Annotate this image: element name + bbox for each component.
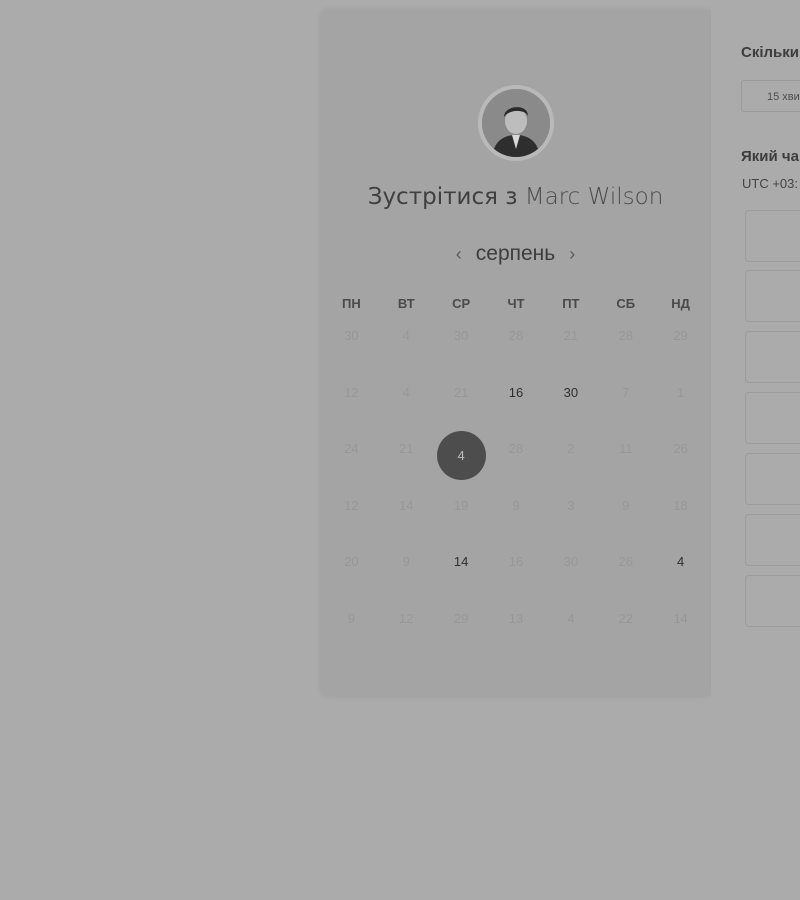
duration-question: Скільки [741, 44, 799, 61]
calendar-day: 20 [344, 554, 359, 569]
time-slot-button[interactable] [745, 453, 800, 505]
time-slot-button[interactable] [745, 392, 800, 444]
calendar-day: 26 [618, 554, 633, 569]
host-name: Marc Wilson [524, 184, 664, 210]
calendar-card: Зустрітися з Marc Wilson ‹ серпень › ПН В… [321, 10, 710, 696]
duration-select[interactable]: 15 хви [741, 80, 800, 112]
calendar-day[interactable]: 16 [489, 385, 544, 442]
calendar-day: 28 [508, 328, 524, 343]
time-slot-button[interactable] [745, 210, 800, 262]
chevron-left-icon[interactable]: ‹ [456, 245, 462, 263]
calendar-day: 12 [399, 610, 414, 626]
calendar-grid: 30 4 30 28 21 28 29 12 4 21 16 30 7 1 24 21 4 28 2 11 26 12 14… [324, 328, 708, 667]
weekday-label: ПТ [562, 296, 580, 311]
weekday-label: ЧТ [507, 296, 525, 311]
calendar-day: 28 [618, 328, 633, 343]
weekday-label: ВТ [397, 296, 415, 311]
time-slot-button[interactable] [745, 270, 800, 322]
calendar-day: 30 [563, 554, 579, 569]
month-label: серпень [475, 242, 556, 265]
weekday-header: ПН ВТ СР ЧТ ПТ СБ НД [324, 296, 708, 311]
calendar-day: 19 [453, 497, 469, 513]
calendar-day: 11 [618, 441, 633, 456]
calendar-day: 9 [622, 497, 630, 513]
calendar-day[interactable]: 4 [653, 554, 708, 611]
weekday-label: ПН [342, 296, 361, 311]
weekday-label: СБ [616, 296, 636, 311]
calendar-day: 4 [402, 328, 410, 343]
meeting-title: Зустрітися з Marc Wilson [321, 184, 710, 210]
calendar-day: 22 [618, 610, 633, 626]
time-slot-button[interactable] [745, 514, 800, 566]
calendar-day: 9 [347, 610, 356, 626]
calendar-day: 29 [453, 610, 469, 626]
calendar-day: 28 [508, 441, 524, 456]
calendar-day: 18 [673, 497, 688, 513]
time-slot-button[interactable] [745, 575, 800, 627]
calendar-day: 16 [508, 554, 524, 569]
meeting-title-prefix: Зустрітися з [367, 184, 518, 210]
calendar-day: 30 [344, 328, 359, 343]
selected-day-indicator: 4 [436, 431, 486, 480]
calendar-day: 1 [676, 384, 685, 400]
calendar-day[interactable]: 14 [434, 554, 489, 611]
host-photo [482, 89, 550, 157]
host-avatar [478, 85, 554, 161]
calendar-day: 3 [567, 497, 575, 513]
calendar-day-selected[interactable]: 4 [434, 431, 489, 498]
time-question: Який ча [741, 148, 799, 165]
calendar-day: 4 [567, 610, 575, 626]
calendar-day: 12 [344, 384, 359, 400]
timezone-label[interactable]: UTC +03: [742, 176, 798, 191]
calendar-day[interactable]: 30 [543, 385, 598, 442]
calendar-day: 30 [453, 328, 469, 343]
calendar-day: 14 [399, 497, 414, 513]
calendar-day: 26 [673, 441, 688, 456]
calendar-day: 14 [673, 610, 688, 626]
calendar-day: 9 [402, 554, 410, 569]
calendar-day: 21 [563, 328, 579, 343]
calendar-day: 21 [399, 441, 414, 456]
time-slot-button[interactable] [745, 331, 800, 383]
calendar-day: 13 [508, 610, 524, 626]
calendar-day: 4 [402, 384, 410, 400]
month-navigation: ‹ серпень › [321, 242, 710, 266]
chevron-right-icon[interactable]: › [569, 245, 575, 263]
booking-page: Зустрітися з Marc Wilson ‹ серпень › ПН В… [0, 0, 800, 900]
weekday-label: СР [452, 296, 471, 311]
calendar-day: 24 [344, 441, 359, 456]
weekday-label: НД [671, 296, 690, 311]
calendar-day: 29 [673, 328, 688, 343]
calendar-day: 9 [512, 497, 520, 513]
calendar-day: 12 [344, 497, 359, 513]
calendar-day: 2 [567, 441, 575, 456]
calendar-day: 7 [622, 384, 630, 400]
